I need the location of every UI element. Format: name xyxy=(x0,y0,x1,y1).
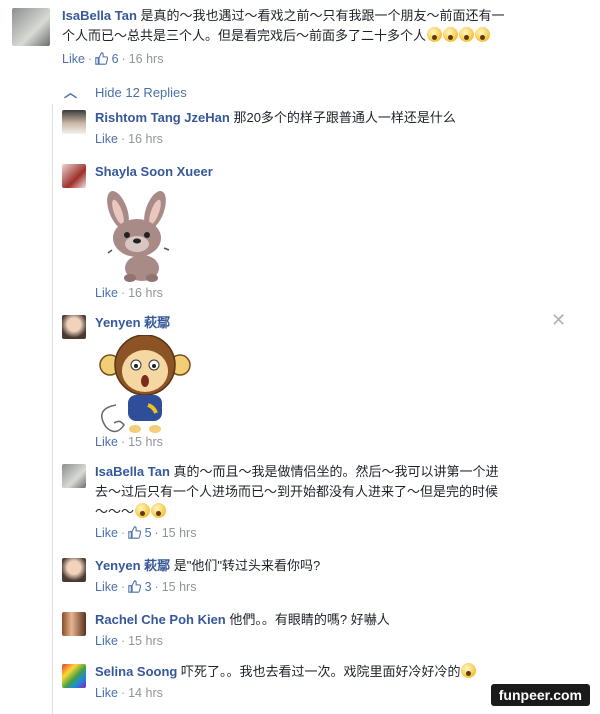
avatar[interactable] xyxy=(62,558,86,582)
like-link[interactable]: Like xyxy=(95,435,118,449)
emoji-scream-icon xyxy=(459,27,475,42)
like-link[interactable]: Like xyxy=(95,686,118,700)
comment-text: 是"他们"转过头来看你吗? xyxy=(173,558,321,573)
comment-text: 那20多个的样子跟普通人一样还是什么 xyxy=(233,110,456,125)
timestamp[interactable]: 16 hrs xyxy=(128,132,163,146)
like-count[interactable]: 6 xyxy=(112,52,119,66)
avatar[interactable] xyxy=(12,8,50,46)
emoji-fearful-icon xyxy=(443,27,459,42)
emoji-fearful-icon xyxy=(151,503,167,518)
comment-text: 是真的～我也遇过～看戏之前～只有我跟一个朋友～前面还有一 xyxy=(140,8,505,23)
timestamp[interactable]: 15 hrs xyxy=(128,435,163,449)
like-link[interactable]: Like xyxy=(95,286,118,300)
timestamp[interactable]: 15 hrs xyxy=(128,634,163,648)
hide-replies-link[interactable]: ︿ Hide 12 Replies xyxy=(64,82,187,101)
like-link[interactable]: Like xyxy=(95,526,118,540)
emoji-fearful-icon xyxy=(427,27,443,42)
comment-author[interactable]: IsaBella Tan xyxy=(62,8,137,23)
thumbs-up-icon xyxy=(95,52,109,65)
comment-text: 吓死了。。我也去看过一次。戏院里面好冷好冷的 xyxy=(180,664,461,679)
timestamp[interactable]: 16 hrs xyxy=(129,52,164,66)
comment-author[interactable]: Yenyen 萩鄢 xyxy=(95,315,170,330)
like-link[interactable]: Like xyxy=(62,52,85,66)
comment-author[interactable]: Shayla Soon Xueer xyxy=(95,164,213,179)
comment-text: 个人而已～总共是三个人。但是看完戏后～前面多了二十多个人 xyxy=(62,28,427,43)
reply-thread-line xyxy=(52,104,53,714)
emoji-fearful-icon xyxy=(135,503,151,518)
like-count[interactable]: 3 xyxy=(145,580,152,594)
chevron-up-icon: ︿ xyxy=(64,85,78,100)
avatar[interactable] xyxy=(62,164,86,188)
like-count[interactable]: 5 xyxy=(145,526,152,540)
comment-text: ～～～ xyxy=(95,504,135,519)
comment-text: 去～过后只有一个人进场而已～到开始都没有人进来了～但是完的时候 xyxy=(95,484,499,499)
close-icon[interactable]: ✕ xyxy=(551,311,566,329)
comment-author[interactable]: IsaBella Tan xyxy=(95,464,170,479)
avatar[interactable] xyxy=(62,315,86,339)
avatar[interactable] xyxy=(62,612,86,636)
avatar[interactable] xyxy=(62,664,86,688)
watermark: funpeer.com xyxy=(490,684,590,706)
comment-author[interactable]: Rachel Che Poh Kien xyxy=(95,612,226,627)
thumbs-up-icon xyxy=(128,580,142,593)
like-link[interactable]: Like xyxy=(95,132,118,146)
comment-text: 他們。。有眼睛的嗎? 好嚇人 xyxy=(229,612,390,627)
comment-author[interactable]: Selina Soong xyxy=(95,664,177,679)
thumbs-up-icon xyxy=(128,526,142,539)
emoji-scream-icon xyxy=(475,27,491,42)
timestamp[interactable]: 15 hrs xyxy=(162,580,197,594)
avatar[interactable] xyxy=(62,464,86,488)
comment-author[interactable]: Yenyen 萩鄢 xyxy=(95,558,170,573)
monkey-sticker-icon xyxy=(99,335,191,433)
comment-author[interactable]: Rishtom Tang JzeHan xyxy=(95,110,230,125)
timestamp[interactable]: 16 hrs xyxy=(128,286,163,300)
timestamp[interactable]: 15 hrs xyxy=(162,526,197,540)
avatar[interactable] xyxy=(62,110,86,134)
like-link[interactable]: Like xyxy=(95,634,118,648)
like-link[interactable]: Like xyxy=(95,580,118,594)
timestamp[interactable]: 14 hrs xyxy=(128,686,163,700)
emoji-cold-sweat-icon xyxy=(461,663,477,678)
comment-text: 真的～而且～我是做情侣坐的。然后～我可以讲第一个进 xyxy=(173,464,499,479)
dog-sticker-icon xyxy=(107,190,170,282)
